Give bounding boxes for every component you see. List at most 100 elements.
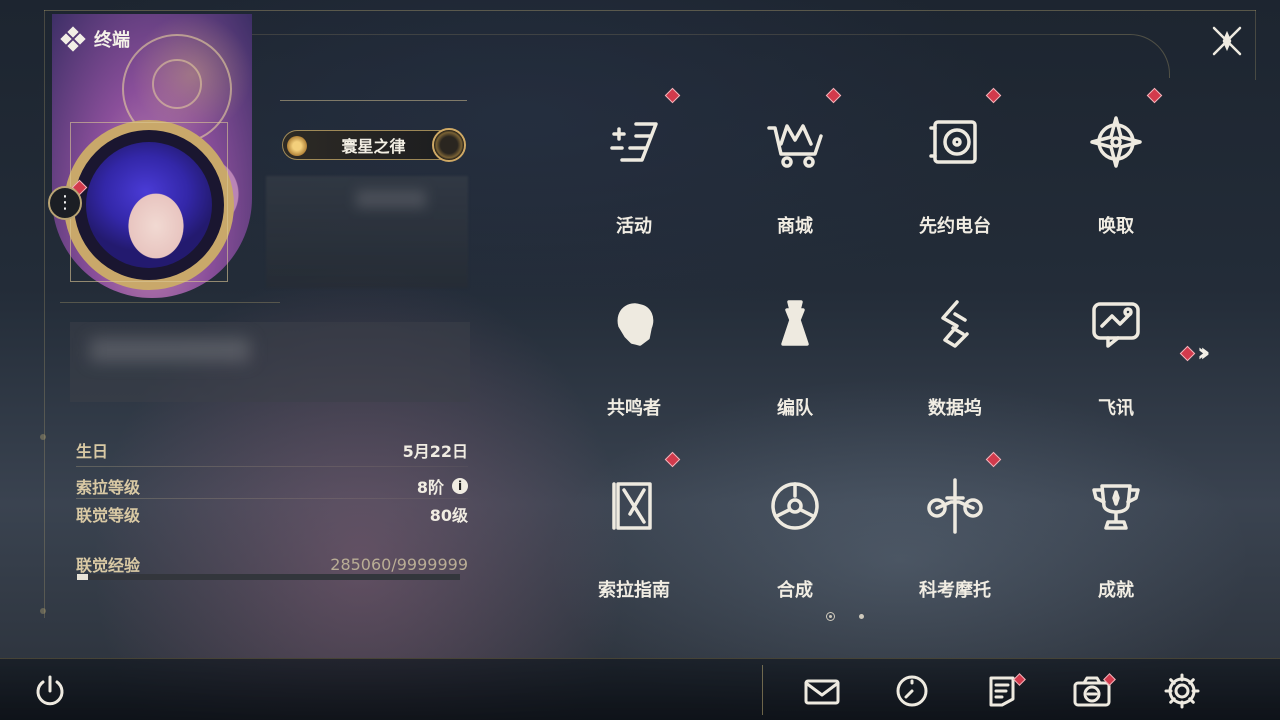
frame-dot [40, 608, 46, 614]
clock-icon [896, 675, 928, 707]
close-icon [1212, 26, 1242, 56]
notification-badge [825, 87, 842, 104]
synthesis-icon [763, 474, 827, 538]
camera-button[interactable] [1070, 669, 1116, 713]
close-button[interactable] [1206, 20, 1248, 62]
more-options-button[interactable]: ⋮ [48, 186, 82, 220]
frame-inner-line [250, 34, 1060, 35]
stat-value: 8阶 [416, 478, 444, 497]
notification-badge [664, 451, 681, 468]
notification-badge [985, 451, 1002, 468]
menu-item-resonators[interactable]: 共鸣者 [564, 278, 704, 438]
stat-label: 索拉等级 [76, 478, 141, 497]
decor-ring [152, 59, 202, 109]
terminal-diamond-icon [60, 26, 86, 52]
stat-label: 联觉经验 [76, 556, 141, 575]
gear-icon [1164, 673, 1200, 709]
menu-label: 科考摩托 [919, 580, 991, 601]
notification-badge [1146, 87, 1163, 104]
menu-item-synthesis[interactable]: 合成 [725, 460, 865, 620]
stat-divider [76, 498, 468, 499]
page-dot-active[interactable] [826, 612, 835, 621]
guidebook-icon [602, 474, 666, 538]
bottom-bar [0, 658, 1280, 720]
mail-button[interactable] [800, 669, 844, 713]
motorbike-icon [923, 474, 987, 538]
more-vertical-icon: ⋮ [56, 192, 74, 213]
menu-label: 合成 [777, 580, 813, 601]
radio-icon [923, 110, 987, 174]
menu-label: 活动 [616, 216, 652, 237]
menu-item-convene[interactable]: 唤取 [1046, 87, 1186, 256]
menu-label: 编队 [777, 398, 813, 419]
chat-icon [1084, 292, 1148, 356]
stat-value: 5月22日 [402, 442, 468, 461]
stat-value: 80级 [429, 506, 468, 525]
menu-item-shop[interactable]: 商城 [725, 87, 865, 256]
power-button[interactable] [28, 669, 72, 713]
trophy-icon [1084, 474, 1148, 538]
stat-label: 联觉等级 [76, 506, 141, 525]
frame-curve [1060, 34, 1170, 78]
notification-badge [1179, 345, 1196, 361]
page-indicator [826, 612, 864, 621]
notification-badge [664, 87, 681, 104]
notice-button[interactable] [980, 669, 1026, 713]
menu-label: 数据坞 [928, 398, 982, 419]
menu-item-guidebook[interactable]: 索拉指南 [564, 451, 704, 620]
page-title: 终端 [94, 30, 130, 51]
name-divider [280, 100, 467, 101]
next-page-button[interactable]: ›› [1179, 338, 1211, 368]
profile-divider [60, 302, 280, 303]
stat-union-level: 联觉等级 80级 [76, 502, 468, 526]
title-emblem-icon [432, 128, 466, 162]
frame-right-line [1255, 10, 1256, 80]
stat-divider [76, 466, 468, 467]
exp-progress-fill [77, 574, 88, 580]
double-chevron-right-icon: ›› [1197, 338, 1211, 368]
title-banner-text: 寰星之律 [341, 137, 406, 156]
menu-item-databank[interactable]: 数据坞 [885, 278, 1025, 438]
settings-button[interactable] [1160, 669, 1204, 713]
menu-item-radio[interactable]: 先约电台 [885, 87, 1025, 256]
bottom-divider [762, 665, 763, 715]
menu-label: 索拉指南 [598, 580, 670, 601]
page-dot[interactable] [859, 614, 864, 619]
mail-icon [804, 679, 840, 705]
clock-button[interactable] [890, 669, 934, 713]
stat-sola-level: 索拉等级 8阶 i [76, 474, 468, 498]
stat-value: 285060/9999999 [330, 554, 468, 574]
menu-label: 飞讯 [1098, 398, 1134, 419]
menu-item-team[interactable]: 编队 [725, 278, 865, 438]
exp-progress-bar [77, 574, 460, 580]
compass-star-icon [1084, 110, 1148, 174]
stat-birthday: 生日 5月22日 [76, 438, 468, 462]
shop-crown-icon [763, 110, 827, 174]
menu-label: 商城 [777, 216, 813, 237]
blurred-info-panel [266, 176, 468, 288]
menu-item-achievements[interactable]: 成就 [1046, 460, 1186, 620]
power-icon [36, 675, 64, 706]
info-icon[interactable]: i [452, 478, 468, 494]
frame-top-line [44, 10, 1256, 11]
chess-team-icon [763, 292, 827, 356]
stat-union-exp: 联觉经验 285060/9999999 [76, 552, 468, 576]
menu-label: 唤取 [1098, 216, 1134, 237]
sun-emblem-icon [287, 136, 307, 156]
menu-item-messenger[interactable]: 飞讯 [1046, 278, 1186, 438]
stat-label: 生日 [76, 442, 109, 461]
menu-item-events[interactable]: 活动 [564, 87, 704, 256]
events-icon [602, 110, 666, 174]
title-banner[interactable]: 寰星之律 [282, 128, 466, 162]
blurred-signature-panel [70, 322, 470, 402]
databank-icon [923, 292, 987, 356]
frame-left-line [44, 10, 45, 618]
menu-label: 先约电台 [919, 216, 991, 237]
resonator-portrait-icon [602, 292, 666, 356]
menu-label: 成就 [1098, 580, 1134, 601]
menu-label: 共鸣者 [607, 398, 661, 419]
avatar-frame [70, 122, 228, 282]
frame-dot [40, 434, 46, 440]
menu-item-motorbike[interactable]: 科考摩托 [885, 451, 1025, 620]
notification-badge [985, 87, 1002, 104]
